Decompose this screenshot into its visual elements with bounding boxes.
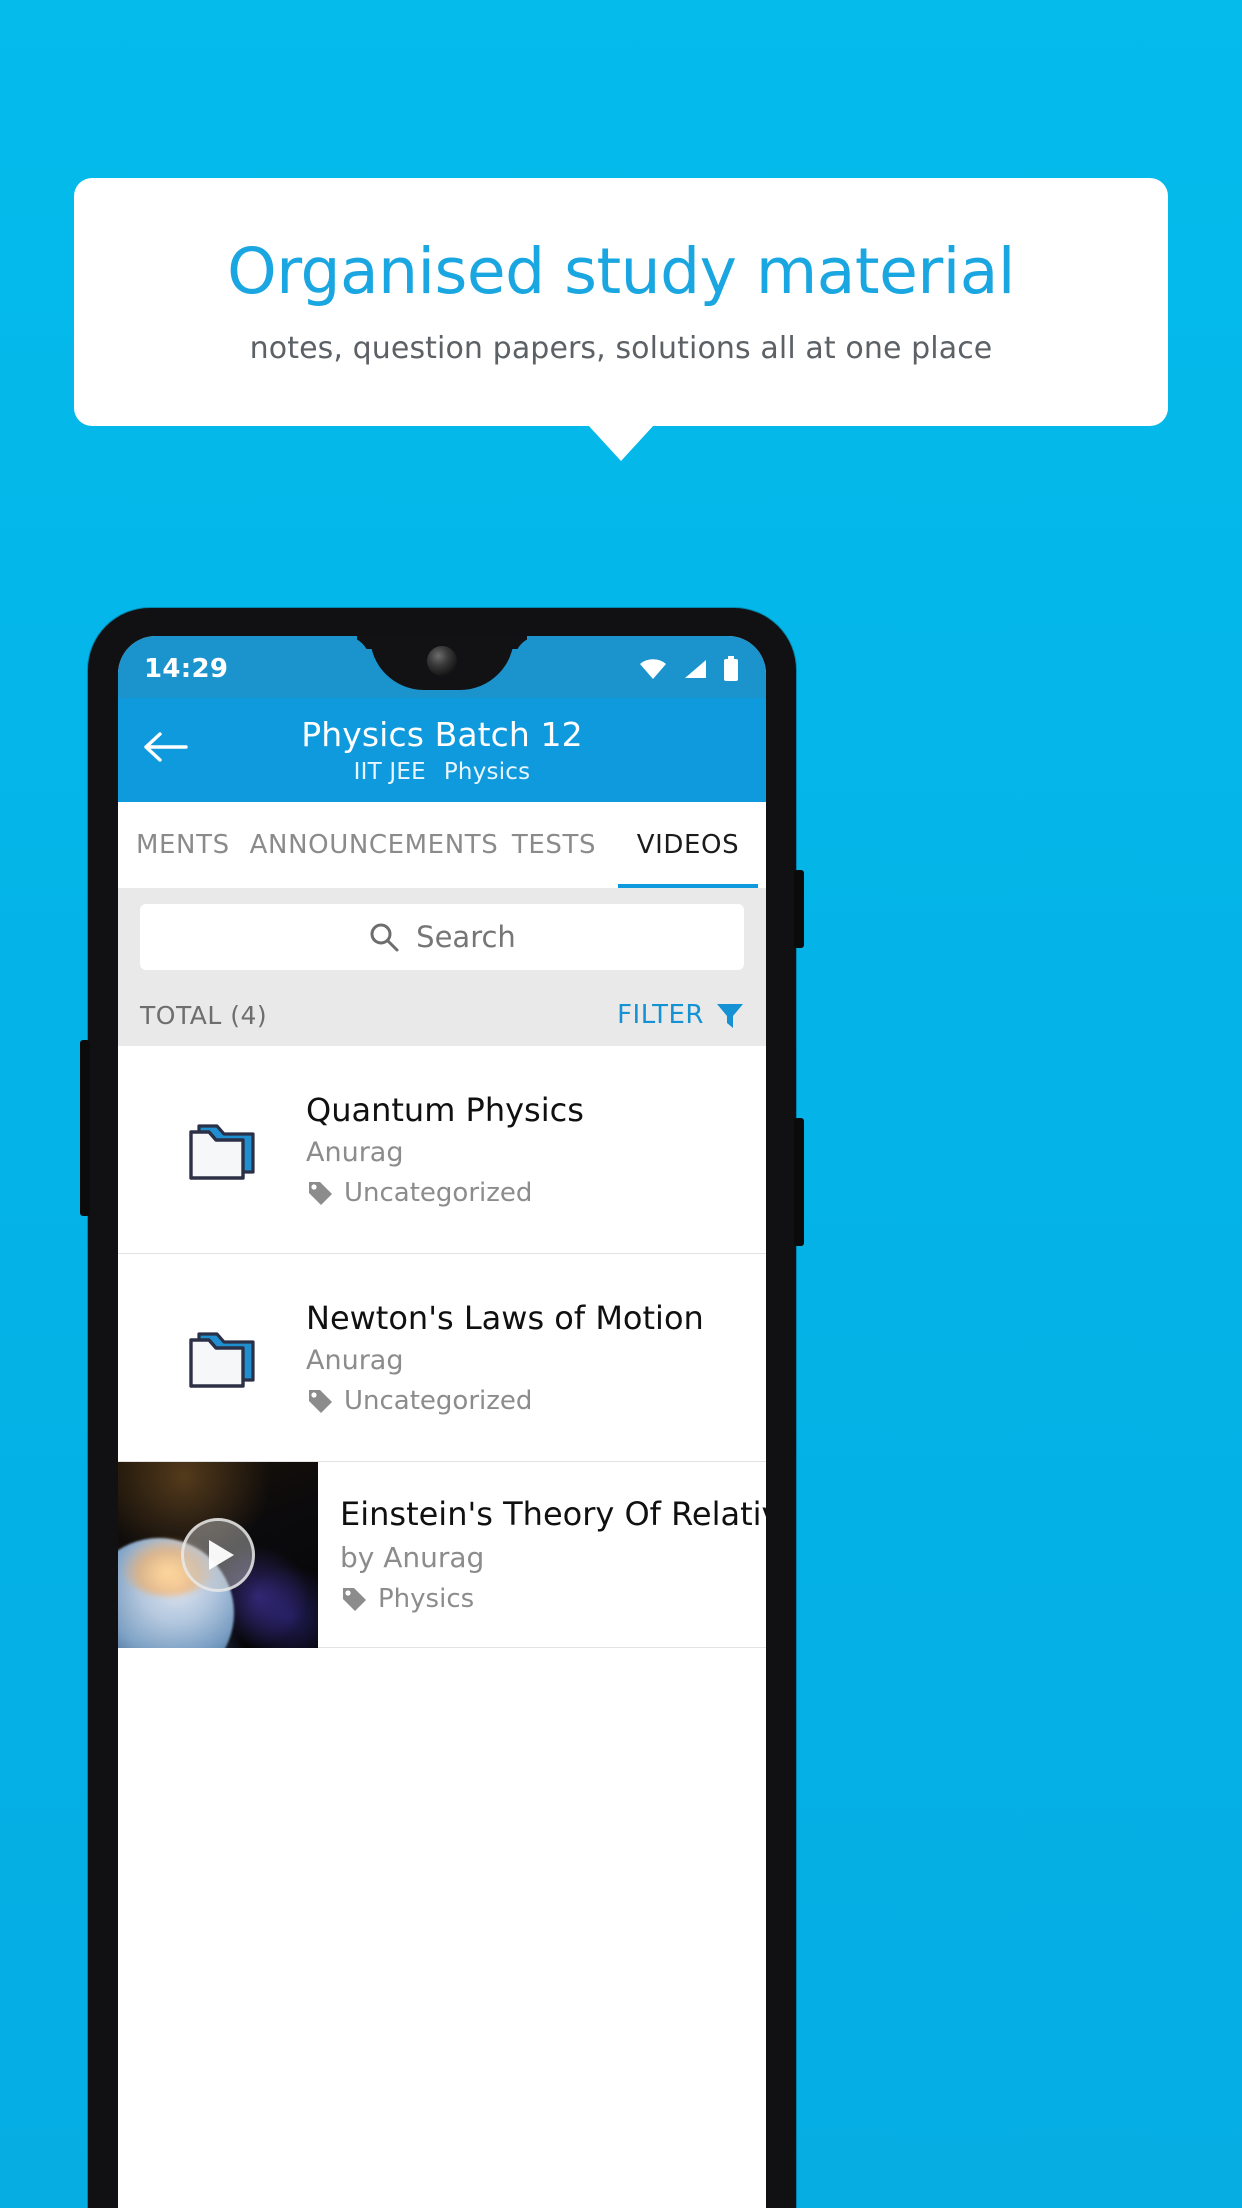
list-item-tag-text: Uncategorized bbox=[344, 1178, 533, 1209]
promo-page: Organised study material notes, question… bbox=[0, 0, 1242, 2208]
callout-tail bbox=[588, 425, 654, 461]
subtitle-exam: IIT JEE bbox=[353, 759, 426, 786]
tag-icon bbox=[309, 1182, 332, 1206]
front-camera-icon bbox=[427, 646, 457, 676]
play-triangle bbox=[209, 1539, 234, 1570]
list-item[interactable]: Newton's Laws of Motion Anurag Uncategor… bbox=[118, 1254, 766, 1462]
list-item-body: Einstein's Theory Of Relativity by Anura… bbox=[318, 1495, 766, 1614]
list-item-title: Einstein's Theory Of Relativity bbox=[340, 1495, 766, 1533]
phone-mockup: 14:29 Physics Batch 12 IIT JEE Physics M… bbox=[80, 608, 804, 2208]
list-item-author: by Anurag bbox=[340, 1541, 485, 1574]
list-item-body: Quantum Physics Anurag Uncategorized bbox=[306, 1091, 746, 1208]
phone-button-power bbox=[794, 870, 804, 948]
search-placeholder: Search bbox=[416, 920, 516, 954]
tab-assignments[interactable]: MENTS bbox=[118, 802, 250, 888]
search-input[interactable]: Search bbox=[140, 904, 744, 970]
wifi-icon bbox=[640, 659, 666, 679]
app-bar: Physics Batch 12 IIT JEE Physics bbox=[118, 698, 766, 802]
promo-callout-card: Organised study material notes, question… bbox=[74, 178, 1168, 426]
filter-button[interactable]: FILTER bbox=[617, 999, 754, 1031]
folder-icon bbox=[138, 1114, 306, 1186]
promo-subline: notes, question papers, solutions all at… bbox=[249, 330, 993, 366]
phone-button-left bbox=[80, 1040, 90, 1216]
list-item[interactable]: Einstein's Theory Of Relativity by Anura… bbox=[118, 1461, 766, 1648]
phone-screen: 14:29 Physics Batch 12 IIT JEE Physics M… bbox=[118, 636, 766, 2208]
back-arrow-icon bbox=[144, 732, 188, 762]
list-item-title: Newton's Laws of Motion bbox=[306, 1298, 704, 1337]
tab-bar: MENTS ANNOUNCEMENTS TESTS VIDEOS bbox=[118, 802, 766, 888]
list-item[interactable]: Quantum Physics Anurag Uncategorized bbox=[118, 1046, 766, 1254]
tag-icon bbox=[309, 1390, 332, 1414]
list-item-tag-text: Physics bbox=[378, 1584, 475, 1614]
search-icon bbox=[370, 923, 399, 952]
app-bar-titles: Physics Batch 12 IIT JEE Physics bbox=[118, 715, 766, 785]
search-area: Search bbox=[118, 888, 766, 984]
list-item-tag: Physics bbox=[340, 1584, 766, 1614]
status-bar: 14:29 bbox=[118, 636, 766, 698]
content-list: Quantum Physics Anurag Uncategorized New… bbox=[118, 1046, 766, 1648]
list-item-author: Anurag bbox=[306, 1345, 404, 1377]
status-icons bbox=[638, 656, 740, 682]
list-item-tag: Uncategorized bbox=[306, 1386, 736, 1416]
page-subtitle: IIT JEE Physics bbox=[118, 759, 766, 785]
list-item-title: Quantum Physics bbox=[306, 1090, 584, 1129]
folder-icon bbox=[138, 1322, 306, 1394]
tab-announcements[interactable]: ANNOUNCEMENTS bbox=[250, 802, 498, 888]
filter-label: FILTER bbox=[617, 1000, 704, 1030]
list-item-tag: Uncategorized bbox=[306, 1178, 736, 1208]
back-button[interactable] bbox=[138, 720, 192, 774]
tab-tests[interactable]: TESTS bbox=[498, 802, 610, 888]
play-icon[interactable] bbox=[181, 1517, 255, 1592]
filter-funnel-icon bbox=[717, 1004, 743, 1028]
tab-videos[interactable]: VIDEOS bbox=[610, 802, 766, 888]
status-time: 14:29 bbox=[144, 654, 229, 684]
list-item-body: Newton's Laws of Motion Anurag Uncategor… bbox=[306, 1299, 746, 1416]
promo-headline: Organised study material bbox=[227, 235, 1015, 309]
tag-icon bbox=[343, 1588, 366, 1611]
battery-icon bbox=[724, 656, 738, 681]
list-summary-bar: TOTAL (4) FILTER bbox=[118, 984, 766, 1046]
list-item-author: Anurag bbox=[306, 1137, 404, 1169]
total-count-label: TOTAL (4) bbox=[140, 1000, 268, 1030]
signal-icon bbox=[685, 660, 706, 678]
phone-button-volume bbox=[794, 1118, 804, 1246]
list-item-tag-text: Uncategorized bbox=[344, 1386, 533, 1417]
video-thumbnail[interactable] bbox=[118, 1461, 318, 1648]
page-title: Physics Batch 12 bbox=[301, 714, 583, 754]
subtitle-subject: Physics bbox=[443, 759, 531, 786]
